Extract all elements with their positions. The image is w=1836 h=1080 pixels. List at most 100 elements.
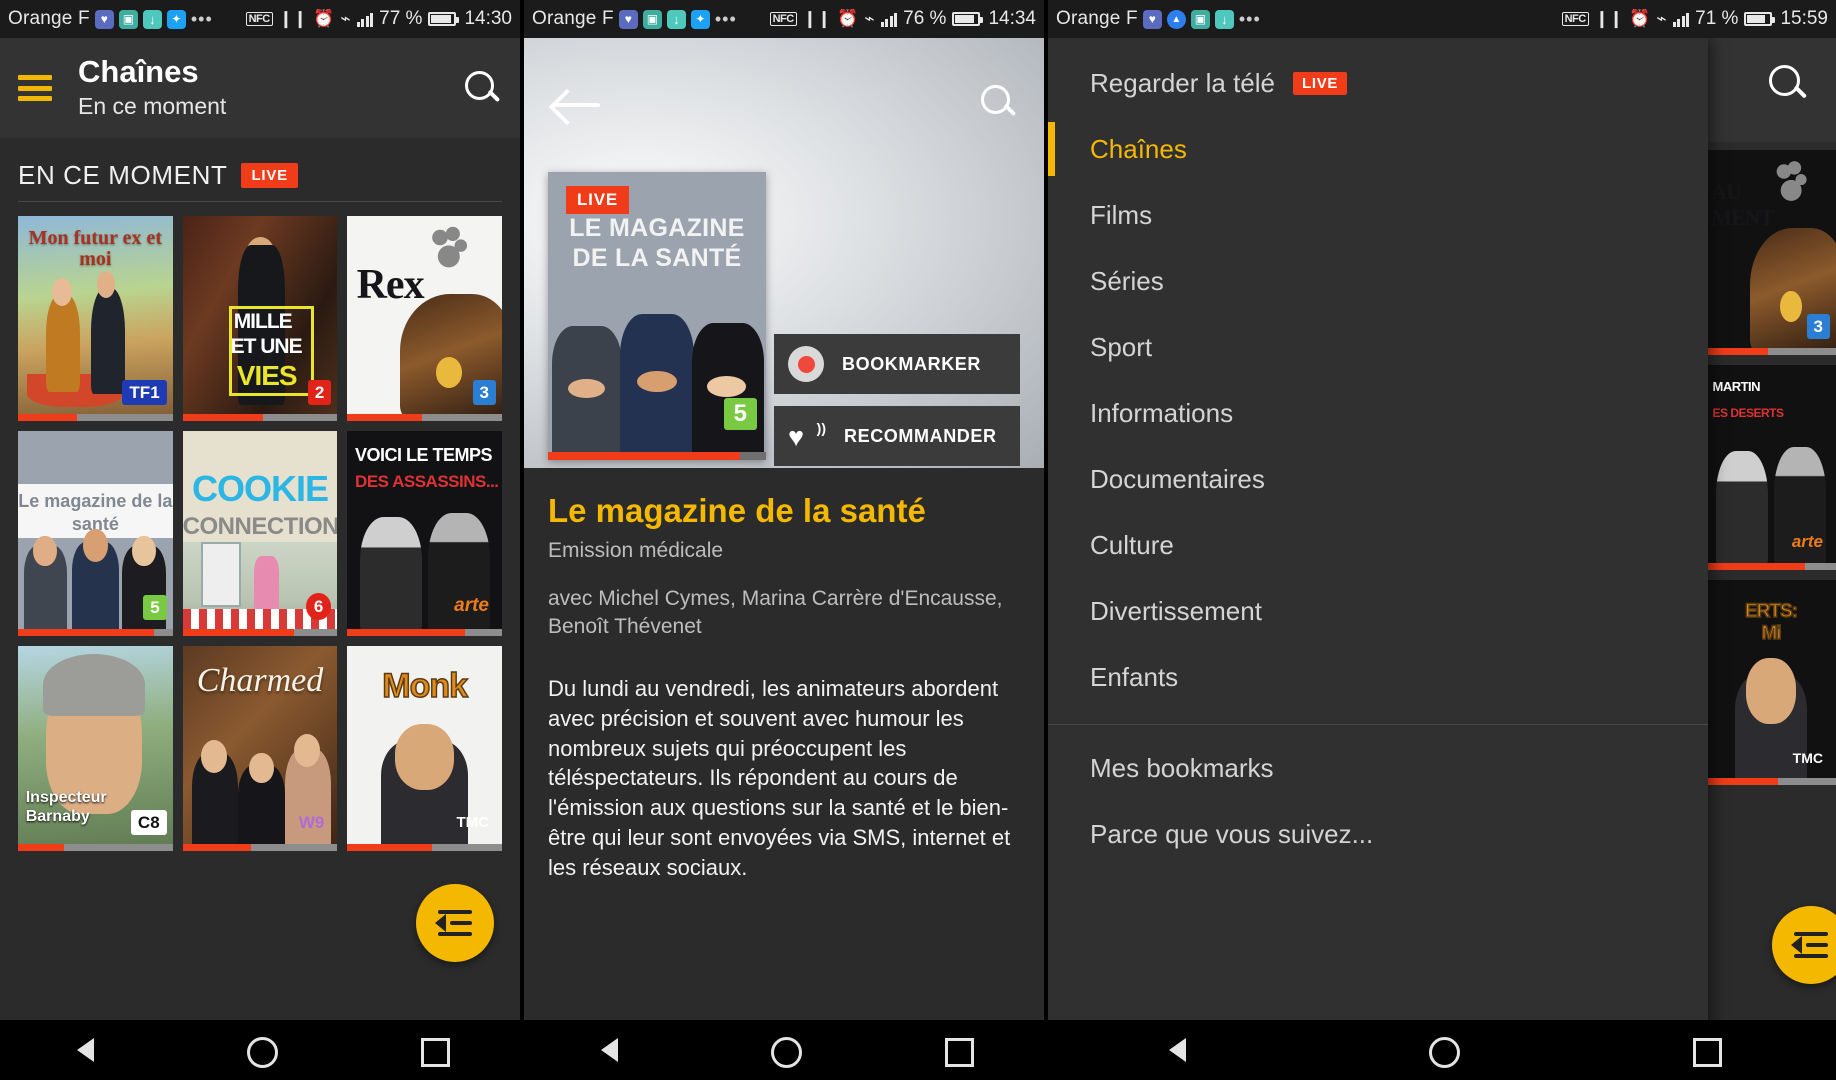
progress-bar — [182, 844, 338, 851]
android-nav-bar — [524, 1020, 1044, 1080]
sidebar-item-divertissement[interactable]: Divertissement — [1048, 578, 1708, 644]
list-fab-icon[interactable] — [416, 884, 494, 962]
channel-badge: 5 — [723, 398, 757, 430]
app-bar-titles: Chaînes En ce moment — [78, 54, 226, 122]
nfc-icon: NFC — [1561, 12, 1589, 26]
search-icon[interactable] — [1766, 62, 1808, 104]
back-arrow-icon[interactable] — [554, 88, 602, 122]
table-row[interactable]: MILLE ET UNE VIES 2 — [182, 216, 338, 421]
sidebar-item-informations[interactable]: Informations — [1048, 380, 1708, 446]
action-button-group: BOOKMARKER ♥)) RECOMMANDER — [774, 334, 1020, 478]
section-title: EN CE MOMENT — [18, 160, 228, 190]
vibrate-icon: ❙❙ — [1594, 9, 1624, 28]
signal-bars-icon — [1672, 12, 1690, 27]
sidebar-item-chaines[interactable]: Chaînes — [1048, 116, 1708, 182]
sidebar-item-series[interactable]: Séries — [1048, 248, 1708, 314]
search-icon[interactable] — [978, 82, 1018, 122]
progress-bar — [347, 629, 502, 636]
sidebar-item-culture[interactable]: Culture — [1048, 512, 1708, 578]
nav-back-icon[interactable] — [594, 1033, 628, 1067]
battery-icon — [428, 12, 460, 26]
download-icon — [142, 9, 162, 29]
channel-badge: 5 — [143, 594, 167, 620]
nav-recents-icon[interactable] — [416, 1033, 451, 1067]
status-right-group: NFC ❙❙ ⏰ ⌁ 76 % 14:34 — [769, 8, 1036, 30]
status-right-group: NFC ❙❙ ⏰ ⌁ 77 % 14:30 — [245, 8, 512, 30]
nav-back-icon[interactable] — [1162, 1033, 1196, 1067]
heart-broadcast-icon: ♥)) — [788, 420, 826, 452]
progress-bar — [18, 629, 173, 636]
heart-rate-icon — [1142, 9, 1162, 29]
three-panel-screenshot-stage: Orange F ••• NFC ❙❙ ⏰ ⌁ 77 % 14:30 Chaîn… — [0, 0, 1836, 1080]
table-row[interactable]: Le magazine de la santé 5 — [18, 431, 173, 636]
photo-icon — [118, 9, 138, 29]
signal-bars-icon — [356, 12, 374, 27]
download-icon — [1214, 9, 1234, 29]
artwork-title: Rex — [356, 262, 425, 309]
search-icon[interactable] — [462, 68, 502, 108]
photo-icon — [1190, 9, 1210, 29]
overflow-dots-icon: ••• — [714, 8, 737, 29]
nav-recents-icon[interactable] — [1688, 1033, 1722, 1067]
artwork-title: Mon futur ex et moi — [28, 227, 163, 270]
android-nav-bar — [0, 1020, 520, 1080]
sidebar-item-enfants[interactable]: Enfants — [1048, 644, 1708, 710]
nfc-icon: NFC — [245, 12, 273, 26]
nav-home-icon[interactable] — [1425, 1033, 1460, 1068]
panel-program-detail: Orange F ••• NFC ❙❙ ⏰ ⌁ 76 % 14:34 LIVE — [524, 0, 1044, 1080]
wifi-icon: ⌁ — [340, 9, 351, 28]
table-row[interactable]: Inspecteur Barnaby C8 — [18, 646, 173, 851]
vibrate-icon: ❙❙ — [278, 9, 308, 28]
sidebar-item-mes-bookmarks[interactable]: Mes bookmarks — [1048, 735, 1708, 801]
battery-percent-label: 77 % — [379, 8, 423, 29]
status-bar: Orange F ••• NFC ❙❙ ⏰ ⌁ 77 % 14:30 — [0, 0, 520, 38]
sidebar-item-label: Séries — [1090, 265, 1164, 296]
table-row[interactable]: Mon futur ex et moi TF1 — [18, 216, 173, 421]
alarm-icon: ⏰ — [837, 9, 859, 28]
channel-badge: arte — [454, 595, 489, 617]
table-row[interactable]: Rex 3 — [347, 216, 502, 421]
wifi-icon: ⌁ — [1656, 9, 1667, 28]
signal-bars-icon — [880, 12, 898, 27]
nav-back-icon[interactable] — [70, 1033, 104, 1067]
nav-home-icon[interactable] — [243, 1033, 278, 1068]
sidebar-item-label: Chaînes — [1090, 133, 1187, 164]
table-row[interactable]: COOKIE CONNECTION 6 — [182, 431, 338, 636]
app-bar: Chaînes En ce moment — [0, 38, 520, 138]
drawer-divider — [1048, 724, 1708, 725]
nav-home-icon[interactable] — [767, 1033, 802, 1068]
channel-badge: TMC — [456, 814, 490, 832]
progress-bar — [1706, 778, 1836, 785]
nav-recents-icon[interactable] — [940, 1033, 975, 1067]
sidebar-item-label: Enfants — [1090, 661, 1179, 692]
clock-label: 15:59 — [1780, 8, 1828, 29]
alarm-icon: ⏰ — [313, 9, 335, 28]
sidebar-item-documentaires[interactable]: Documentaires — [1048, 446, 1708, 512]
heart-rate-icon — [94, 9, 114, 29]
program-genre: Emission médicale — [548, 538, 724, 562]
list-item[interactable]: ERTS: Mi TMC — [1706, 580, 1836, 785]
table-row[interactable]: VOICI LE TEMPS DES ASSASSINS... arte — [347, 431, 502, 636]
table-row[interactable]: Monk TMC — [347, 646, 502, 851]
channel-badge: 6 — [305, 592, 332, 620]
recommander-button[interactable]: ♥)) RECOMMANDER — [774, 406, 1020, 466]
hamburger-icon[interactable] — [18, 75, 52, 101]
sidebar-item-parce-que-vous-suivez[interactable]: Parce que vous suivez... — [1048, 801, 1708, 867]
sidebar-item-sport[interactable]: Sport — [1048, 314, 1708, 380]
carrier-label: Orange F — [532, 8, 614, 29]
page-title: Chaînes — [78, 54, 199, 90]
twitter-icon — [690, 9, 710, 29]
sidebar-item-label: Documentaires — [1090, 463, 1265, 494]
list-item[interactable]: AU MENT 3 — [1706, 150, 1836, 355]
program-poster[interactable]: LIVE LE MAGAZINE DE LA SANTÉ 5 — [548, 172, 766, 460]
sidebar-item-regarder-la-tele[interactable]: Regarder la télé LIVE — [1048, 50, 1708, 116]
list-item[interactable]: MARTIN ES DESERTS arte — [1706, 365, 1836, 570]
sidebar-item-films[interactable]: Films — [1048, 182, 1708, 248]
recommander-label: RECOMMANDER — [844, 425, 997, 446]
channel-badge: 2 — [307, 379, 332, 405]
twitter-icon — [166, 9, 186, 29]
bookmarker-button[interactable]: BOOKMARKER — [774, 334, 1020, 394]
clock-label: 14:34 — [988, 8, 1036, 29]
table-row[interactable]: Charmed W9 — [182, 646, 338, 851]
channel-grid: Mon futur ex et moi TF1 MILLE ET UNE VIES … — [0, 202, 520, 851]
